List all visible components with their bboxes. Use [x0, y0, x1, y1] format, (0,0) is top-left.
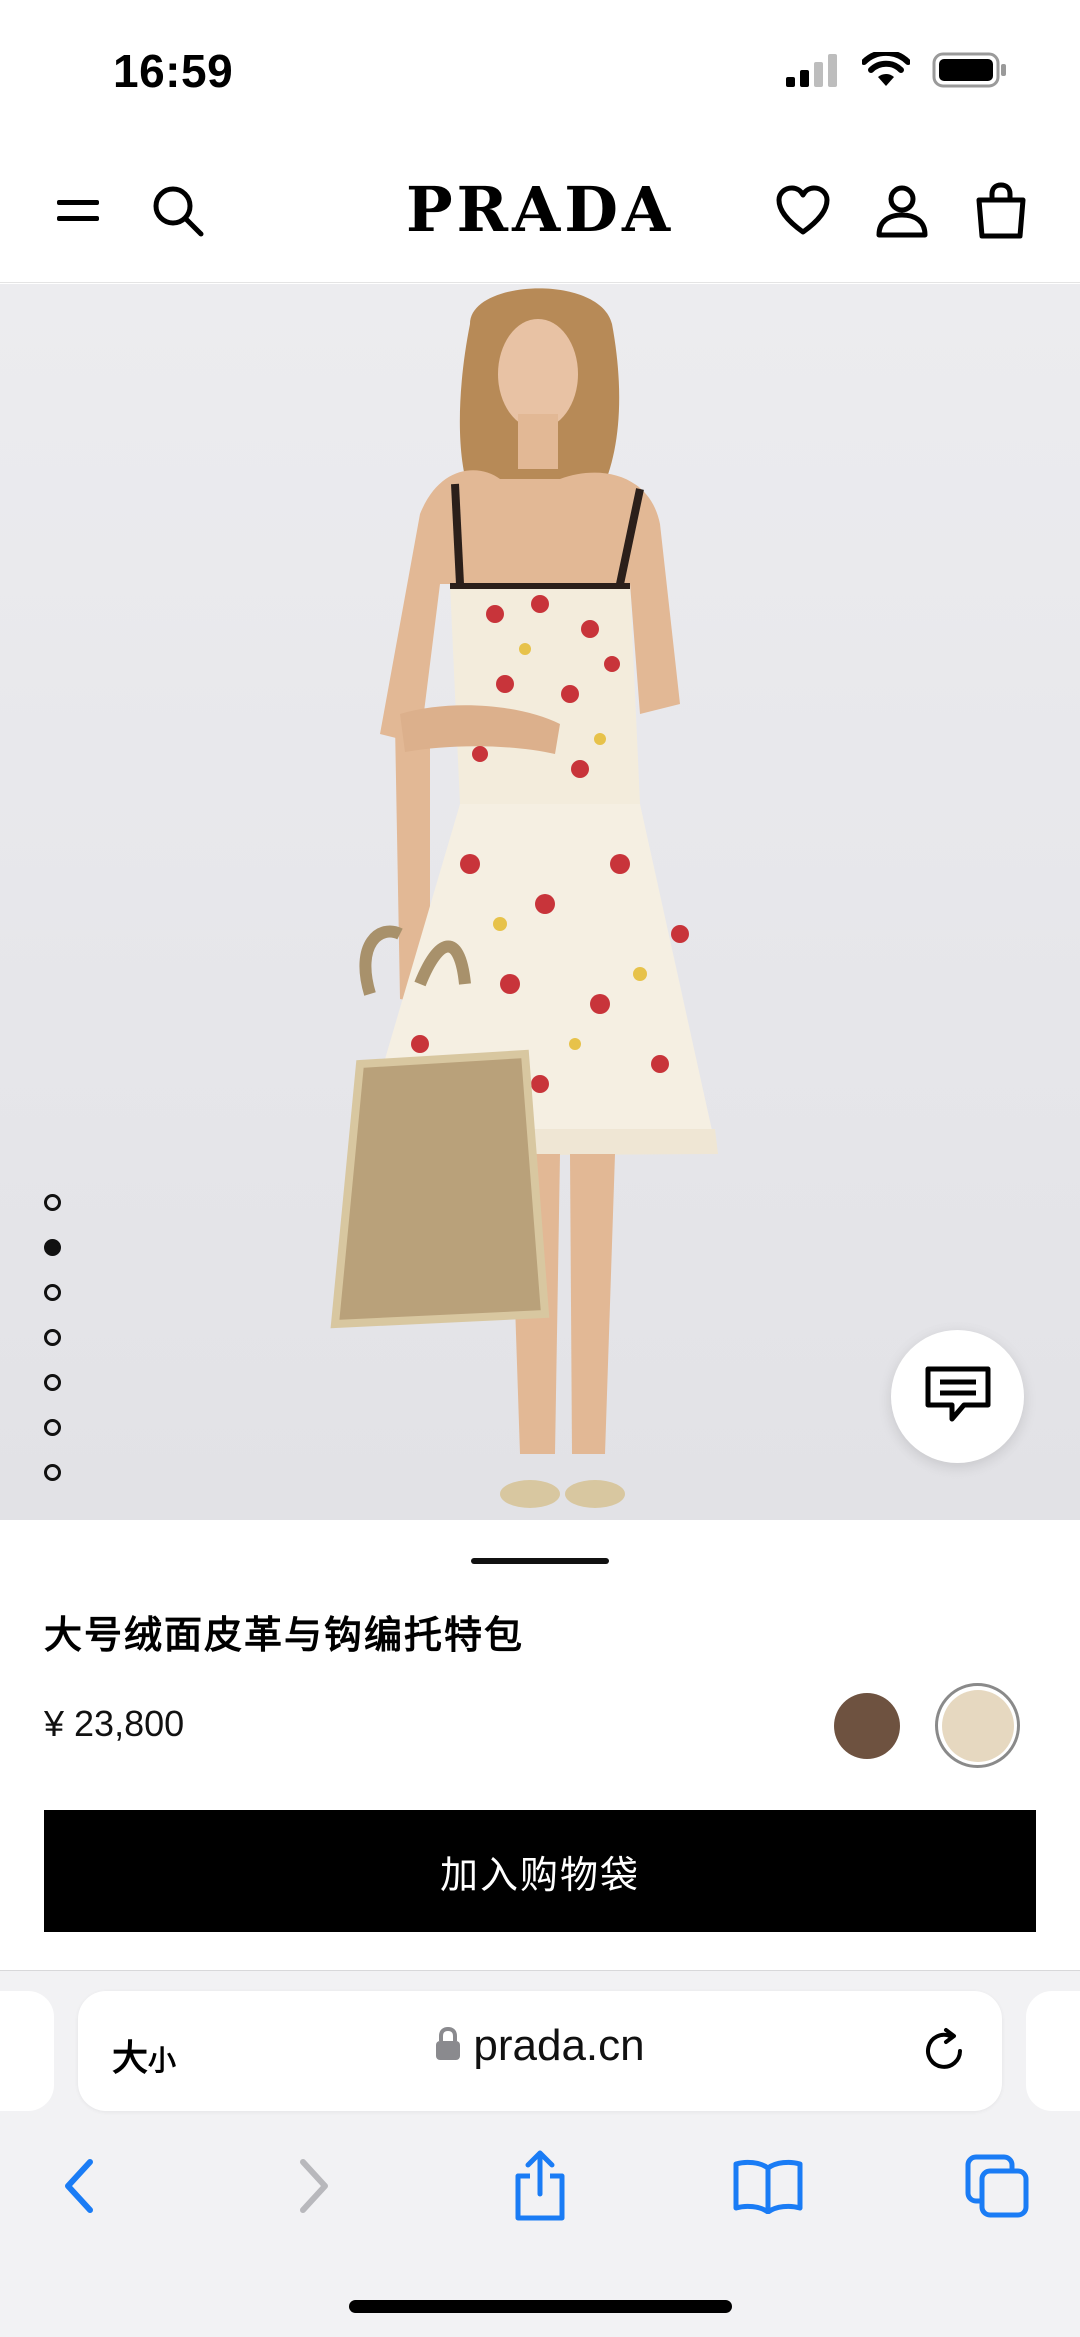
- slide-dot-7[interactable]: [44, 1464, 61, 1481]
- cellular-signal-icon: [784, 53, 840, 92]
- address-bar[interactable]: 大小 prada.cn: [78, 1991, 1002, 2111]
- share-icon[interactable]: [495, 2141, 585, 2231]
- product-price: ¥ 23,800: [44, 1703, 185, 1744]
- reload-icon[interactable]: [920, 2027, 968, 2080]
- color-swatch-brown[interactable]: [834, 1693, 900, 1759]
- slide-dot-6[interactable]: [44, 1419, 61, 1436]
- color-swatch-beige-fill: [941, 1689, 1014, 1762]
- add-to-bag-button[interactable]: 加入购物袋: [44, 1810, 1036, 1932]
- product-name: 大号绒面皮革与钩编托特包: [44, 1615, 525, 1657]
- back-icon[interactable]: [35, 2141, 125, 2231]
- url-text: prada.cn: [473, 2021, 645, 2070]
- previous-tab-preview[interactable]: [0, 1991, 54, 2111]
- chat-button[interactable]: [891, 1330, 1024, 1463]
- url-display[interactable]: prada.cn: [78, 2021, 1002, 2071]
- chat-icon: [924, 1365, 992, 1428]
- forward-icon[interactable]: [268, 2141, 358, 2231]
- status-bar: 16:59: [0, 0, 1080, 140]
- status-icons: [784, 49, 1008, 93]
- home-indicator[interactable]: [349, 2300, 732, 2313]
- slide-indicator: [44, 1194, 61, 1481]
- slide-dot-1[interactable]: [44, 1194, 61, 1211]
- slide-dot-2[interactable]: [44, 1239, 61, 1256]
- next-tab-preview[interactable]: [1026, 1991, 1080, 2111]
- slide-dot-5[interactable]: [44, 1374, 61, 1391]
- color-swatch-beige-selected[interactable]: [935, 1683, 1020, 1768]
- battery-icon: [932, 52, 1008, 93]
- product-details-sheet: 大号绒面皮革与钩编托特包 ¥ 23,800 加入购物袋: [0, 1520, 1080, 1970]
- slide-dot-4[interactable]: [44, 1329, 61, 1346]
- shopping-bag-icon[interactable]: [966, 176, 1036, 246]
- bookmarks-icon[interactable]: [723, 2141, 813, 2231]
- status-time: 16:59: [113, 45, 234, 97]
- site-header: PRADA: [0, 140, 1080, 283]
- sheet-drag-handle[interactable]: [471, 1558, 609, 1564]
- lock-icon: [435, 2026, 461, 2066]
- safari-browser-chrome: 大小 prada.cn: [0, 1970, 1080, 2337]
- browser-toolbar: [0, 2141, 1080, 2241]
- product-photo: [330, 288, 718, 1508]
- wifi-icon: [861, 49, 911, 93]
- tabs-icon[interactable]: [952, 2141, 1042, 2231]
- heart-icon[interactable]: [768, 176, 838, 246]
- product-hero-image[interactable]: [0, 284, 1080, 1520]
- slide-dot-3[interactable]: [44, 1284, 61, 1301]
- account-icon[interactable]: [867, 176, 937, 246]
